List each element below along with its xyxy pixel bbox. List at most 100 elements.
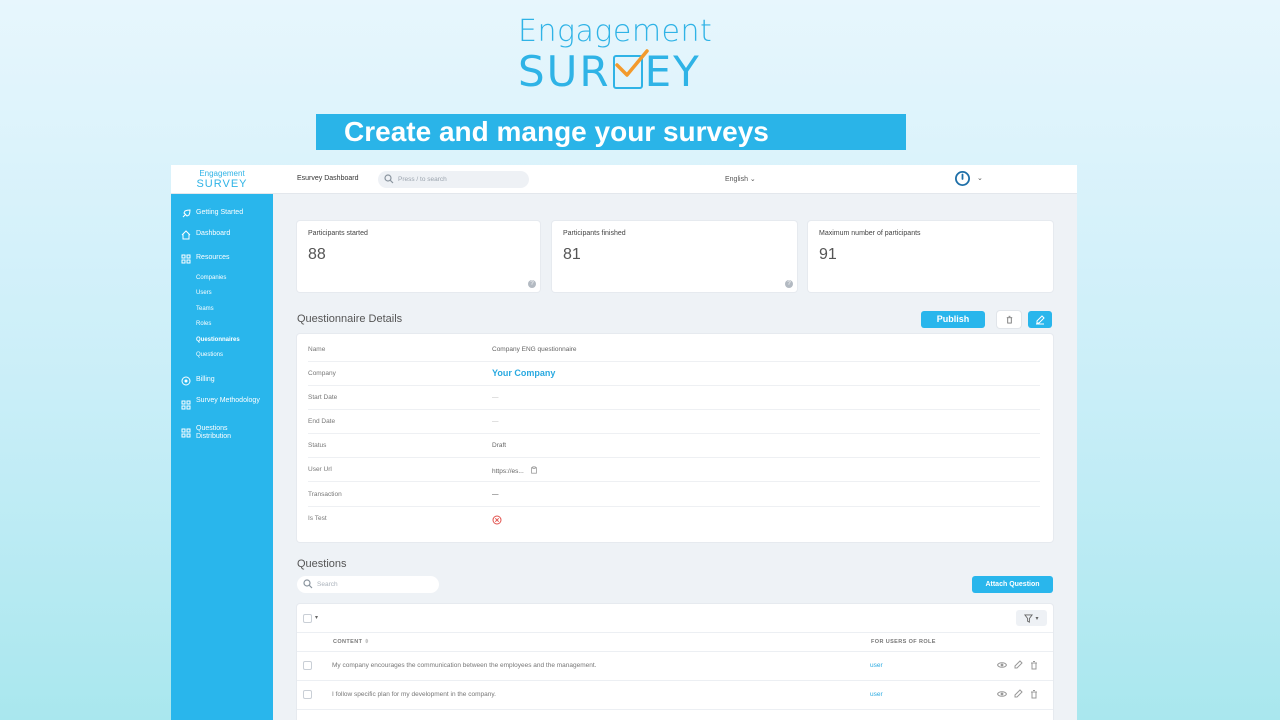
eye-icon[interactable] — [997, 660, 1007, 670]
sidebar-item-label: Resources — [196, 254, 230, 261]
row-role-link[interactable]: user — [870, 691, 883, 698]
sidebar-item-getting-started[interactable]: Getting Started — [181, 209, 243, 219]
row-actions — [997, 660, 1039, 670]
sidebar-sub-companies[interactable]: Companies — [196, 275, 226, 281]
help-icon[interactable]: ? — [785, 280, 793, 288]
stat-label: Participants started — [308, 230, 368, 237]
stat-value: 91 — [819, 246, 837, 263]
global-search-input[interactable]: Press / to search — [378, 171, 529, 188]
sidebar-sub-users[interactable]: Users — [196, 290, 212, 296]
detail-row-name: Name Company ENG questionnaire — [308, 338, 1040, 362]
user-menu-chevron-icon[interactable]: ⌄ — [977, 174, 983, 182]
questions-title: Questions — [297, 558, 347, 570]
row-checkbox[interactable] — [303, 661, 312, 670]
trash-icon — [1006, 315, 1012, 324]
sidebar-item-label: Getting Started — [196, 209, 244, 216]
detail-value: — — [492, 394, 499, 401]
sidebar-sub-questions[interactable]: Questions — [196, 352, 223, 358]
app-window: Engagement SURVEY Esurvey Dashboard Pres… — [171, 165, 1077, 720]
sort-icon: ⇳ — [364, 639, 370, 645]
detail-key: Name — [308, 346, 326, 353]
table-divider — [297, 651, 1053, 652]
sidebar-sub-questionnaires[interactable]: Questionnaires — [196, 337, 240, 343]
billing-icon — [181, 376, 191, 386]
detail-row-user-url: User Url https://es... — [308, 458, 1040, 482]
trash-icon[interactable] — [1029, 660, 1039, 670]
sidebar-item-resources[interactable]: Resources — [181, 254, 229, 264]
select-all-checkbox[interactable] — [303, 614, 312, 623]
sidebar-item-label: Billing — [196, 376, 215, 383]
delete-button[interactable] — [997, 311, 1021, 328]
questions-table: ▾ ▾ CONTENT ⇳ FOR USERS OF ROLE My compa… — [297, 604, 1053, 720]
sidebar-sub-teams[interactable]: Teams — [196, 306, 214, 312]
sidebar-item-dashboard[interactable]: Dashboard — [181, 230, 230, 240]
chevron-down-icon: ▾ — [1035, 615, 1039, 622]
detail-row-is-test: Is Test — [308, 507, 1040, 531]
grid-icon — [181, 428, 191, 438]
bulk-chevron-icon[interactable]: ▾ — [315, 614, 318, 621]
edit-icon[interactable] — [1013, 689, 1023, 699]
app-logo-line1: Engagement — [199, 169, 245, 178]
stat-card-finished: Participants finished 81 ? — [552, 221, 797, 292]
details-card: Name Company ENG questionnaire Company Y… — [297, 334, 1053, 542]
stat-value: 88 — [308, 246, 326, 263]
questions-search-placeholder: Search — [317, 581, 338, 588]
eye-icon[interactable] — [997, 689, 1007, 699]
detail-row-end-date: End Date — — [308, 410, 1040, 434]
app-logo-line2: SURVEY — [196, 178, 248, 190]
stat-label: Participants finished — [563, 230, 626, 237]
publish-button[interactable]: Publish — [921, 311, 985, 328]
stat-card-started: Participants started 88 ? — [297, 221, 540, 292]
sidebar-sub-roles[interactable]: Roles — [196, 321, 211, 327]
copy-icon[interactable] — [530, 466, 538, 474]
search-icon — [303, 579, 313, 596]
row-checkbox[interactable] — [303, 690, 312, 699]
app-logo[interactable]: Engagement SURVEY — [171, 165, 273, 194]
edit-icon — [1036, 314, 1045, 324]
grid-icon — [181, 254, 191, 264]
topbar: Engagement SURVEY Esurvey Dashboard Pres… — [171, 165, 1077, 194]
detail-key: Transaction — [308, 491, 342, 498]
sidebar-item-label: Survey Methodology — [196, 397, 260, 404]
rocket-icon — [181, 209, 191, 219]
sidebar-item-survey-methodology[interactable]: Survey Methodology — [181, 397, 261, 410]
company-link[interactable]: Your Company — [492, 368, 555, 378]
sidebar-item-questions-distribution[interactable]: Questions Distribution — [181, 425, 261, 441]
detail-value: https://es... — [492, 468, 524, 475]
row-role-link[interactable]: user — [870, 662, 883, 669]
sidebar-item-billing[interactable]: Billing — [181, 376, 215, 386]
column-header-role: FOR USERS OF ROLE — [871, 639, 936, 645]
attach-question-button[interactable]: Attach Question — [972, 576, 1053, 593]
hero-logo-ey: EY — [644, 47, 701, 96]
language-label: English — [725, 176, 748, 183]
home-icon — [181, 230, 191, 240]
detail-row-status: Status Draft — [308, 434, 1040, 458]
row-content: My company encourages the communication … — [332, 662, 597, 669]
sidebar: Getting Started Dashboard Resources Comp… — [171, 194, 273, 720]
edit-icon[interactable] — [1013, 660, 1023, 670]
help-icon[interactable]: ? — [528, 280, 536, 288]
detail-row-transaction: Transaction — — [308, 483, 1040, 507]
grid-icon — [181, 400, 191, 410]
stat-card-max: Maximum number of participants 91 — [808, 221, 1053, 292]
power-icon[interactable] — [955, 171, 970, 186]
chevron-down-icon: ⌄ — [749, 176, 756, 183]
hero-logo-line1: Engagement — [518, 14, 713, 49]
column-header-content[interactable]: CONTENT ⇳ — [333, 639, 369, 645]
edit-button[interactable] — [1028, 311, 1052, 328]
detail-key: End Date — [308, 418, 336, 425]
detail-key: Is Test — [308, 515, 327, 522]
hero-banner: Create and mange your surveys — [316, 114, 906, 150]
stat-value: 81 — [563, 246, 581, 263]
questions-search-input[interactable]: Search — [297, 576, 439, 593]
filter-button[interactable]: ▾ — [1016, 610, 1047, 626]
detail-key: Start Date — [308, 394, 338, 401]
trash-icon[interactable] — [1029, 689, 1039, 699]
row-actions — [997, 689, 1039, 699]
hero-logo-line2: SUR EY — [518, 47, 738, 96]
language-selector[interactable]: English ⌄ — [725, 175, 756, 183]
filter-icon — [1024, 613, 1034, 623]
detail-value: Company ENG questionnaire — [492, 346, 577, 353]
detail-key: Status — [308, 442, 327, 449]
stat-label: Maximum number of participants — [819, 230, 921, 237]
